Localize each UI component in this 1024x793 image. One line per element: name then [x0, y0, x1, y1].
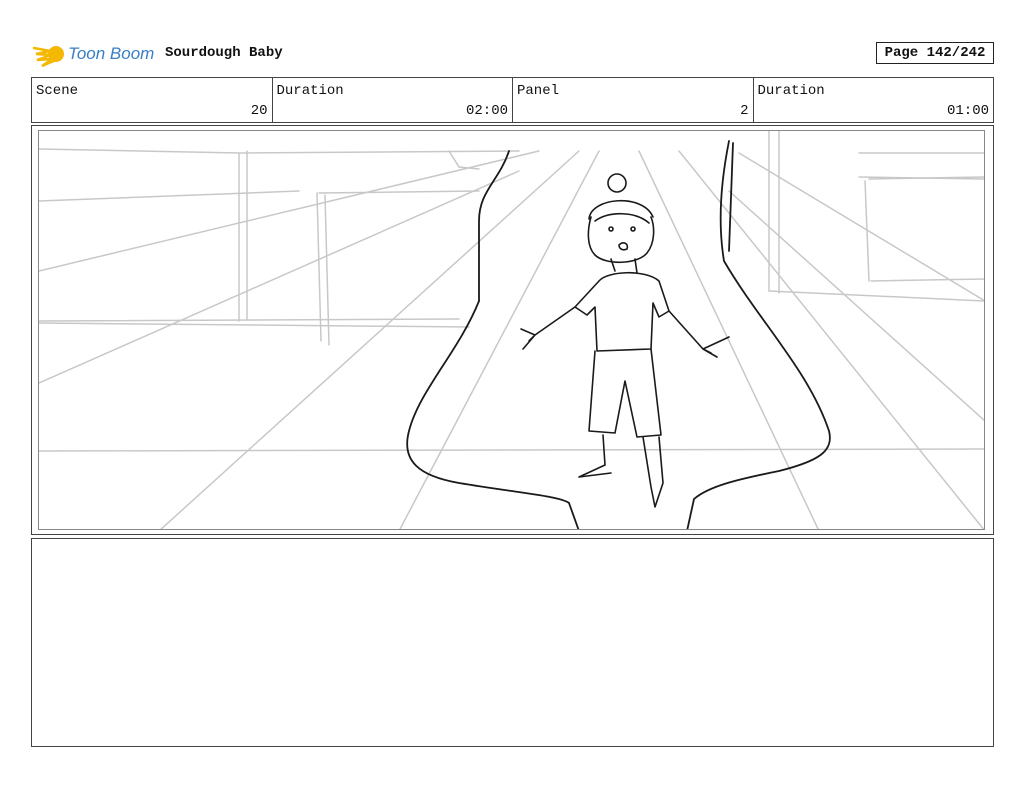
page-indicator: Page 142/242	[876, 42, 994, 64]
panel-duration-cell: Duration 01:00	[754, 78, 994, 122]
scene-duration-value: 02:00	[465, 103, 508, 119]
scene-duration-label: Duration	[276, 83, 344, 99]
panel-image-frame	[31, 125, 994, 535]
document-title: Sourdough Baby	[165, 45, 283, 61]
brand-name: Toon Boom	[68, 44, 155, 63]
panel-image	[38, 130, 985, 530]
panel-cell: Panel 2	[513, 78, 754, 122]
panel-duration-label: Duration	[757, 83, 825, 99]
panel-label: Panel	[517, 83, 560, 99]
sketch-drawing	[39, 131, 984, 529]
panel-notes-box	[31, 538, 994, 747]
panel-value: 2	[740, 103, 749, 119]
panel-info-row: Scene 20 Duration 02:00 Panel 2 Duration…	[31, 77, 994, 123]
logo: Toon Boom	[32, 38, 154, 70]
scene-cell: Scene 20	[32, 78, 273, 122]
panel-duration-value: 01:00	[946, 103, 989, 119]
scene-label: Scene	[36, 83, 79, 99]
storyboard-header: Toon Boom Sourdough Baby Page 142/242	[32, 38, 994, 70]
scene-value: 20	[250, 103, 268, 119]
scene-duration-cell: Duration 02:00	[273, 78, 513, 122]
toon-boom-logo-icon	[32, 46, 64, 68]
